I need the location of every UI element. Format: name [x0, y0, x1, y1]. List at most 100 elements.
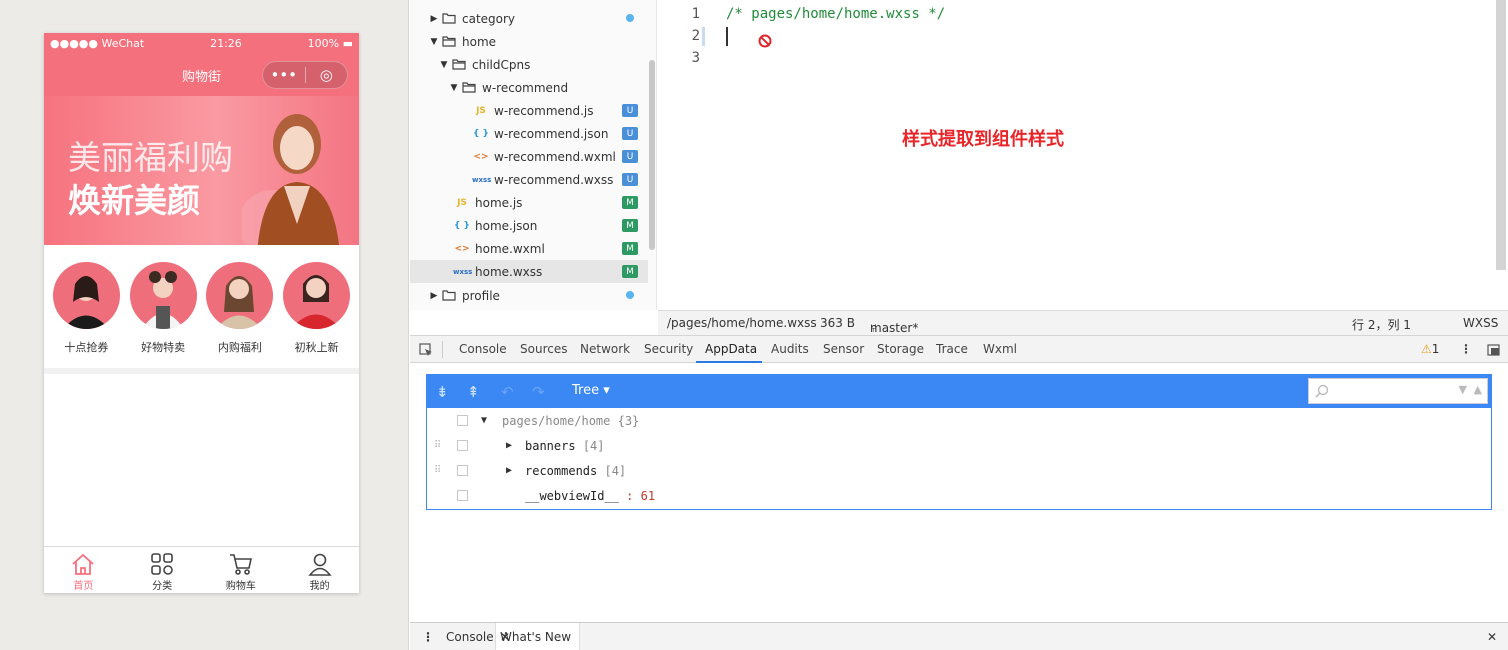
chevron-down-icon[interactable]: ▼: [481, 415, 487, 426]
tree-row[interactable]: ⠿ ▶ recommends [4]: [427, 458, 1487, 483]
undock-icon[interactable]: [1487, 344, 1500, 356]
home-icon: [72, 553, 94, 575]
drag-handle-icon[interactable]: ⠿: [434, 465, 441, 476]
tree-file[interactable]: JS home.js M: [410, 191, 648, 214]
row-checkbox[interactable]: [457, 415, 468, 426]
tree-folder-childcpns[interactable]: ▼ childCpns: [410, 53, 648, 76]
folder-icon: [442, 290, 456, 301]
devtools-tabbar: Console Sources Network Security AppData…: [410, 335, 1508, 363]
tab-storage[interactable]: Storage: [877, 342, 924, 356]
drawer-tab-console[interactable]: Console: [446, 630, 494, 644]
expand-all-icon[interactable]: ⇞: [467, 383, 480, 401]
row-checkbox[interactable]: [457, 440, 468, 451]
drawer-menu-icon[interactable]: ⋮: [422, 630, 434, 644]
battery-text: 100% ▬: [307, 36, 353, 50]
tree-root-row[interactable]: ▼ pages/home/home {3}: [427, 408, 1487, 433]
wxml-file-icon: <>: [454, 243, 470, 254]
tab-profile[interactable]: 我的: [280, 547, 359, 593]
language-mode[interactable]: WXSS: [1463, 316, 1498, 330]
tab-sources[interactable]: Sources: [520, 342, 567, 356]
tab-sensor[interactable]: Sensor: [823, 342, 864, 356]
chevron-right-icon[interactable]: ▶: [506, 465, 512, 476]
more-vertical-icon[interactable]: ⋮: [1460, 342, 1472, 356]
status-bar: ●●●●● WeChat 21:26 100% ▬: [44, 33, 359, 53]
collapse-all-icon[interactable]: ⇟: [436, 383, 449, 401]
tab-audits[interactable]: Audits: [771, 342, 809, 356]
untracked-badge: U: [622, 127, 638, 140]
tab-category[interactable]: 分类: [123, 547, 202, 593]
capsule-menu: ••• ◎: [262, 61, 348, 89]
tree-file[interactable]: JS w-recommend.js U: [410, 99, 648, 122]
tree-folder-home[interactable]: ▼ home: [410, 30, 648, 53]
tree-folder-service[interactable]: ▶ service: [410, 307, 648, 310]
close-mini-program-icon[interactable]: ◎: [306, 66, 348, 84]
tab-cart[interactable]: 购物车: [202, 547, 281, 593]
tab-security[interactable]: Security: [644, 342, 693, 356]
tree-folder-profile[interactable]: ▶ profile: [410, 284, 648, 307]
editor-scrollbar[interactable]: [1496, 0, 1506, 270]
phone-simulator: ●●●●● WeChat 21:26 100% ▬ 购物街 ••• ◎ 美丽福利…: [44, 33, 359, 593]
chevron-down-icon: ▼: [430, 36, 438, 47]
wxss-file-icon: wxss: [472, 175, 492, 184]
undo-icon[interactable]: ↶: [501, 383, 514, 401]
recommend-item[interactable]: 好物特卖: [127, 262, 199, 368]
modified-badge: M: [622, 265, 638, 278]
wxml-file-icon: <>: [473, 151, 489, 162]
tree-folder-category[interactable]: ▶ category: [410, 7, 648, 30]
drag-handle-icon[interactable]: ⠿: [434, 440, 441, 451]
banner-swiper[interactable]: 美丽福利购 焕新美颜: [44, 96, 359, 245]
appdata-toolbar: ⇟ ⇞ ↶ ↷ Tree ▾ ▼ ▲: [427, 375, 1491, 408]
tree-file[interactable]: <> home.wxml M: [410, 237, 648, 260]
tree-file-selected[interactable]: wxss home.wxss M: [410, 260, 648, 283]
view-mode-dropdown[interactable]: Tree ▾: [572, 383, 610, 398]
code-editor[interactable]: 1 2 3 /* pages/home/home.wxss */ 样式提取到组件…: [658, 0, 1508, 310]
inspect-element-icon[interactable]: [419, 343, 433, 357]
folder-open-icon: [452, 59, 466, 70]
active-tab-indicator: [696, 361, 762, 363]
tab-network[interactable]: Network: [580, 342, 630, 356]
cursor-position[interactable]: 行 2，列 1: [1352, 316, 1411, 333]
tab-home[interactable]: 首页: [44, 547, 123, 593]
line-number: 3: [691, 50, 700, 66]
not-allowed-cursor-icon: [758, 34, 772, 48]
devtools-drawer: ⋮ Console What's New ✕ ✕: [410, 622, 1508, 650]
tab-wxml[interactable]: Wxml: [983, 342, 1017, 356]
time-text: 21:26: [210, 36, 242, 50]
tree-file[interactable]: { } w-recommend.json U: [410, 122, 648, 145]
tree-file[interactable]: wxss w-recommend.wxss U: [410, 168, 648, 191]
untracked-badge: U: [622, 173, 638, 186]
file-explorer: ▶ category ▼ home ▼ childCpns ▼ w-recomm…: [410, 0, 657, 310]
warning-icon[interactable]: ⚠1: [1421, 342, 1439, 356]
search-icon: [1315, 384, 1329, 398]
chevron-right-icon[interactable]: ▶: [506, 440, 512, 451]
category-icon: [151, 553, 173, 575]
json-file-icon: { }: [473, 128, 489, 139]
drawer-tab-whats-new[interactable]: What's New ✕: [495, 623, 580, 650]
search-prev-icon[interactable]: ▼: [1459, 383, 1467, 396]
tab-appdata[interactable]: AppData: [705, 342, 757, 356]
appdata-search-input[interactable]: ▼ ▲: [1308, 378, 1488, 404]
close-tab-icon[interactable]: ✕: [500, 630, 510, 644]
row-checkbox[interactable]: [457, 490, 468, 501]
modified-badge: M: [622, 242, 638, 255]
tree-file[interactable]: { } home.json M: [410, 214, 648, 237]
search-next-icon[interactable]: ▲: [1474, 383, 1482, 396]
js-file-icon: JS: [476, 105, 486, 116]
appdata-panel: ⇟ ⇞ ↶ ↷ Tree ▾ ▼ ▲ ▼ pages/home/home {3}…: [426, 374, 1492, 510]
tree-row[interactable]: ⠿ ▶ banners [4]: [427, 433, 1487, 458]
tab-trace[interactable]: Trace: [936, 342, 968, 356]
tree-scrollbar[interactable]: [649, 60, 655, 250]
redo-icon[interactable]: ↷: [532, 383, 545, 401]
chevron-down-icon: ▼: [440, 59, 448, 70]
profile-icon: [307, 553, 332, 576]
row-checkbox[interactable]: [457, 465, 468, 476]
tree-file[interactable]: <> w-recommend.wxml U: [410, 145, 648, 168]
close-drawer-icon[interactable]: ✕: [1487, 630, 1497, 644]
tree-folder-w-recommend[interactable]: ▼ w-recommend: [410, 76, 648, 99]
recommend-item[interactable]: 十点抢券: [50, 262, 122, 368]
recommend-item[interactable]: 初秋上新: [281, 262, 353, 368]
more-icon[interactable]: •••: [263, 66, 305, 84]
recommend-item[interactable]: 内购福利: [204, 262, 276, 368]
tab-console[interactable]: Console: [459, 342, 507, 356]
tree-row[interactable]: __webviewId__ : 61: [427, 483, 1487, 508]
